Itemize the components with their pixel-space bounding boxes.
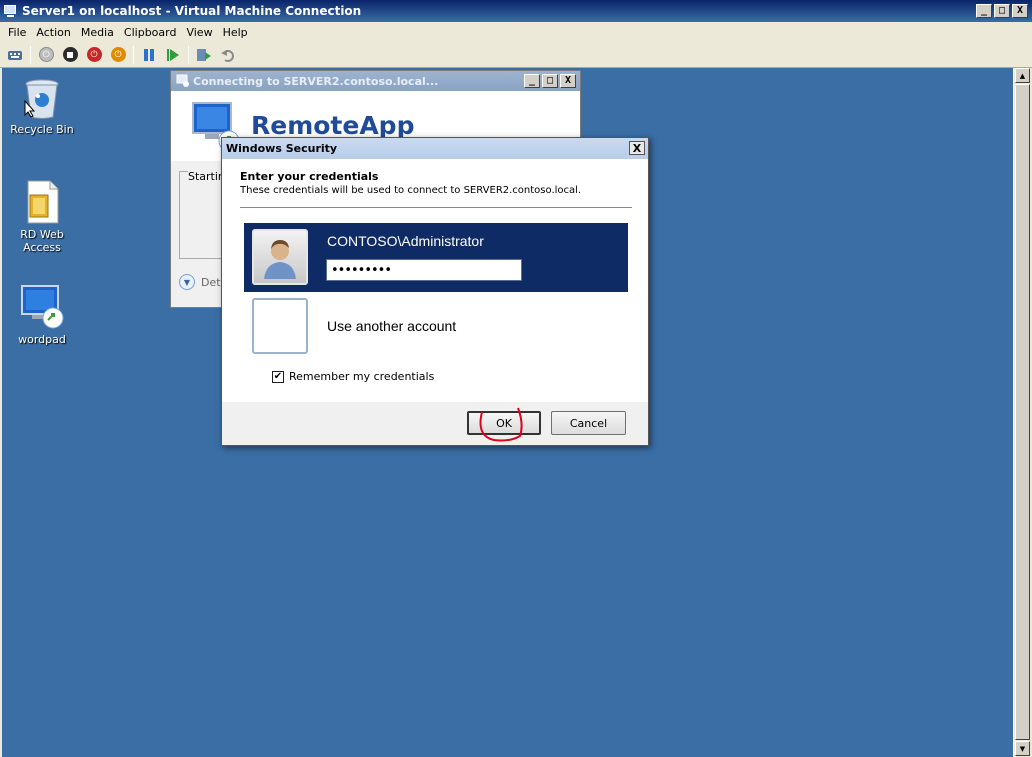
menu-action[interactable]: Action (31, 26, 75, 39)
host-window-title: Server1 on localhost - Virtual Machine C… (22, 4, 362, 18)
mouse-cursor-icon (24, 100, 36, 118)
desktop-icon-recycle-bin[interactable]: Recycle Bin (3, 76, 81, 136)
maximize-button[interactable]: □ (542, 74, 558, 88)
details-toggle[interactable]: ▼ Det (179, 274, 221, 290)
scroll-down-arrow-icon[interactable]: ▼ (1015, 741, 1030, 756)
toolbar-separator (188, 45, 189, 64)
close-button[interactable]: X (629, 141, 645, 155)
connecting-window-title: Connecting to SERVER2.contoso.local... (171, 71, 580, 91)
password-field[interactable] (326, 259, 522, 281)
scroll-up-arrow-icon[interactable]: ▲ (1015, 68, 1030, 83)
desktop-vertical-scrollbar[interactable]: ▲ ▼ (1013, 68, 1030, 757)
toolbar-separator (133, 45, 134, 64)
power-on-icon[interactable]: ⏻ (109, 46, 127, 64)
shutdown-icon[interactable]: ⏻ (85, 46, 103, 64)
remoteapp-small-icon (176, 74, 189, 87)
toolbar-separator (30, 45, 31, 64)
other-account-label: Use another account (327, 318, 457, 334)
menu-help[interactable]: Help (218, 26, 253, 39)
host-titlebar: Server1 on localhost - Virtual Machine C… (0, 0, 1032, 22)
security-dialog-title: Windows Security (222, 138, 648, 159)
menu-view[interactable]: View (181, 26, 217, 39)
desktop-icon-label: wordpad (18, 333, 66, 346)
maximize-button[interactable]: □ (994, 4, 1010, 18)
remoteapp-icon (21, 285, 64, 329)
account-tile-selected[interactable]: CONTOSO\Administrator (244, 223, 628, 292)
vm-connection-icon (4, 4, 18, 18)
connecting-caption-buttons: _ □ X (524, 74, 576, 88)
pause-icon[interactable] (140, 46, 158, 64)
power-off-icon[interactable]: ⏻ (37, 46, 55, 64)
menu-file[interactable]: File (3, 26, 31, 39)
blank-avatar-icon (252, 298, 308, 354)
close-button[interactable]: X (560, 74, 576, 88)
host-caption-buttons: _ □ X (976, 4, 1028, 18)
host-menubar: File Action Media Clipboard View Help (0, 22, 1032, 42)
desktop-icon-wordpad[interactable]: wordpad (3, 282, 81, 346)
document-icon (27, 180, 59, 224)
windows-security-dialog: Windows Security X Enter your credential… (221, 137, 649, 446)
cancel-button[interactable]: Cancel (551, 411, 626, 435)
remember-label: Remember my credentials (289, 370, 435, 383)
desktop-icon-label: Recycle Bin (10, 123, 74, 136)
revert-icon[interactable] (219, 46, 237, 64)
resume-icon[interactable] (164, 46, 182, 64)
host-toolbar: ⏻ ⏻ ⏻ (0, 42, 1032, 68)
remember-credentials[interactable]: ✔ Remember my credentials (272, 370, 434, 383)
dialog-footer: OK Cancel (222, 402, 648, 445)
menu-clipboard[interactable]: Clipboard (119, 26, 182, 39)
ok-button[interactable]: OK (467, 411, 541, 435)
stop-icon[interactable] (61, 46, 79, 64)
divider (240, 207, 632, 208)
menu-media[interactable]: Media (76, 26, 119, 39)
credentials-heading: Enter your credentials (240, 170, 379, 183)
desktop-icon-label: RD Web Access (20, 228, 64, 254)
close-button[interactable]: X (1012, 4, 1028, 18)
chevron-down-icon: ▼ (179, 274, 195, 290)
user-avatar-icon (252, 229, 308, 285)
credentials-subtext: These credentials will be used to connec… (240, 185, 582, 196)
minimize-button[interactable]: _ (524, 74, 540, 88)
details-label: Det (201, 275, 221, 289)
desktop-icon-rd-web-access[interactable]: RD Web Access (3, 179, 81, 254)
scroll-thumb[interactable] (1015, 84, 1030, 740)
snapshot-icon[interactable] (195, 46, 213, 64)
minimize-button[interactable]: _ (976, 4, 992, 18)
remoteapp-brand: RemoteApp (251, 111, 415, 140)
ctrl-alt-del-icon[interactable] (6, 46, 24, 64)
selected-account-name: CONTOSO\Administrator (327, 233, 484, 249)
remember-checkbox[interactable]: ✔ (272, 370, 284, 383)
